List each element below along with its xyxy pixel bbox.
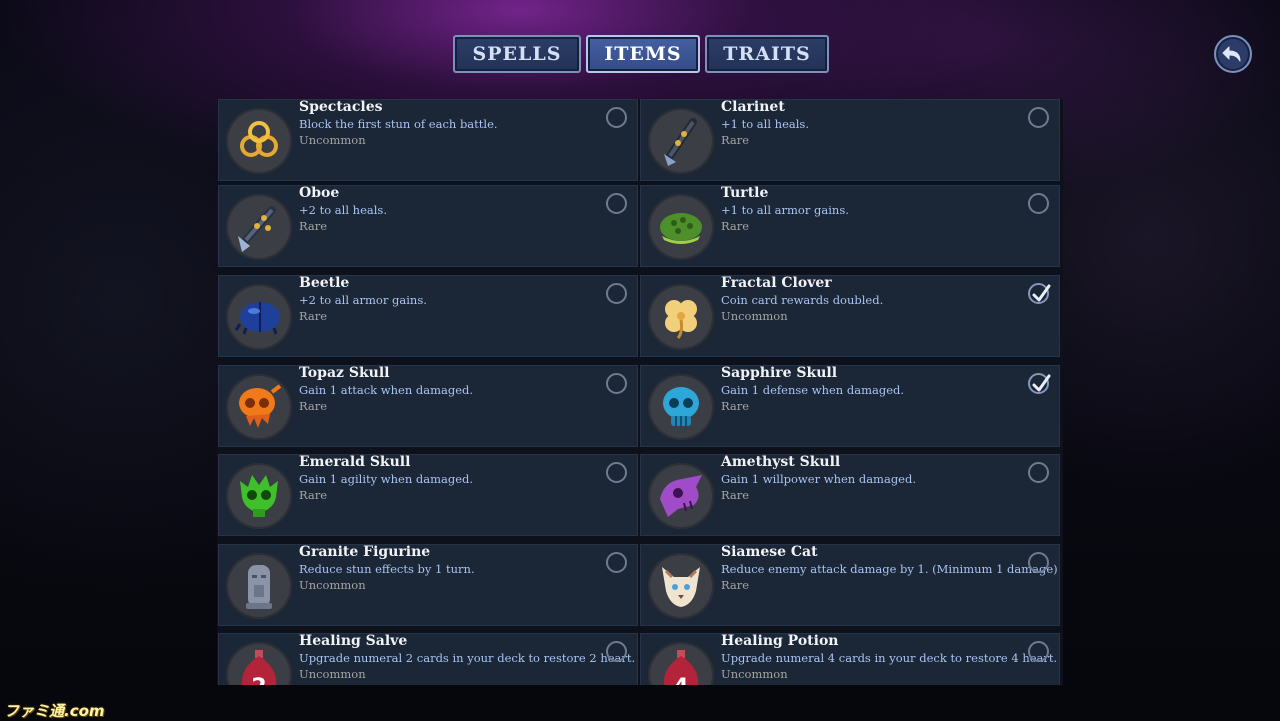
topaz-skull-icon <box>226 374 292 440</box>
item-card[interactable]: Topaz Skull Gain 1 attack when damaged. Ra… <box>218 365 638 447</box>
item-card[interactable]: Siamese Cat Reduce enemy attack damage by… <box>640 544 1060 626</box>
tab-bar: SPELLS ITEMS TRAITS <box>453 35 829 73</box>
tab-items[interactable]: ITEMS <box>586 35 700 73</box>
item-rarity: Uncommon <box>299 578 366 592</box>
item-select-checkbox[interactable] <box>606 462 627 483</box>
item-card[interactable]: 4 Healing Potion Upgrade numeral 4 cards i… <box>640 633 1060 685</box>
item-select-checkbox[interactable] <box>1028 373 1051 394</box>
item-name: Sapphire Skull <box>721 365 838 381</box>
item-name: Granite Figurine <box>299 544 431 560</box>
item-select-checkbox[interactable] <box>1028 641 1049 662</box>
item-description: +1 to all armor gains. <box>721 203 849 217</box>
item-rarity: Rare <box>299 488 328 502</box>
item-name: Healing Salve <box>299 633 408 649</box>
potion-flask-icon: 4 <box>648 642 714 685</box>
item-rarity: Rare <box>721 578 750 592</box>
item-rarity: Uncommon <box>721 309 788 323</box>
item-rarity: Rare <box>299 219 328 233</box>
item-description: +1 to all heals. <box>721 117 809 131</box>
item-card[interactable]: Amethyst Skull Gain 1 willpower when dama… <box>640 454 1060 536</box>
item-select-checkbox[interactable] <box>606 193 627 214</box>
item-select-checkbox[interactable] <box>1028 283 1051 304</box>
amethyst-skull-icon <box>648 463 714 529</box>
item-name: Amethyst Skull <box>721 454 841 470</box>
item-description: +2 to all heals. <box>299 203 387 217</box>
item-select-checkbox[interactable] <box>606 552 627 573</box>
item-select-checkbox[interactable] <box>606 107 627 128</box>
item-select-checkbox[interactable] <box>606 373 627 394</box>
tab-spells[interactable]: SPELLS <box>453 35 581 73</box>
item-select-checkbox[interactable] <box>1028 462 1049 483</box>
item-card[interactable]: 2 Healing Salve Upgrade numeral 2 cards in… <box>218 633 638 685</box>
item-name: Topaz Skull <box>299 365 390 381</box>
item-description: Gain 1 willpower when damaged. <box>721 472 917 486</box>
item-rarity: Uncommon <box>299 667 366 681</box>
item-rarity: Rare <box>721 399 750 413</box>
flask-number: 4 <box>673 675 688 685</box>
item-description: Block the first stun of each battle. <box>299 117 498 131</box>
item-card[interactable]: Fractal Clover Coin card rewards doubled.… <box>640 275 1060 357</box>
watermark: ファミ通.com <box>4 702 105 720</box>
item-description: Gain 1 agility when damaged. <box>299 472 474 486</box>
item-card[interactable]: Granite Figurine Reduce stun effects by 1… <box>218 544 638 626</box>
item-card[interactable]: Emerald Skull Gain 1 agility when damaged… <box>218 454 638 536</box>
item-name: Clarinet <box>721 99 785 115</box>
item-name: Fractal Clover <box>721 275 832 291</box>
item-description: Reduce enemy attack damage by 1. (Minimu… <box>721 562 1058 576</box>
item-select-checkbox[interactable] <box>1028 107 1049 128</box>
item-select-checkbox[interactable] <box>1028 552 1049 573</box>
spectacles-icon <box>226 108 292 174</box>
item-name: Spectacles <box>299 99 383 115</box>
item-description: Reduce stun effects by 1 turn. <box>299 562 475 576</box>
item-description: Upgrade numeral 4 cards in your deck to … <box>721 651 1058 665</box>
turtle-icon <box>648 194 714 260</box>
item-name: Siamese Cat <box>721 544 818 560</box>
item-name: Healing Potion <box>721 633 839 649</box>
oboe-icon <box>226 194 292 260</box>
item-select-checkbox[interactable] <box>1028 193 1049 214</box>
emerald-skull-icon <box>226 463 292 529</box>
checkmark-icon <box>1032 374 1051 392</box>
sapphire-skull-icon <box>648 374 714 440</box>
item-name: Beetle <box>299 275 350 291</box>
item-card[interactable]: Sapphire Skull Gain 1 defense when damage… <box>640 365 1060 447</box>
item-rarity: Rare <box>299 399 328 413</box>
item-name: Turtle <box>721 185 769 201</box>
item-description: Gain 1 defense when damaged. <box>721 383 905 397</box>
cat-icon <box>648 553 714 619</box>
item-description: Upgrade numeral 2 cards in your deck to … <box>299 651 636 665</box>
item-rarity: Rare <box>721 219 750 233</box>
beetle-icon <box>226 284 292 350</box>
item-rarity: Rare <box>299 309 328 323</box>
item-card[interactable]: Spectacles Block the first stun of each b… <box>218 99 638 181</box>
checkmark-icon <box>1032 284 1051 302</box>
item-rarity: Uncommon <box>721 667 788 681</box>
item-grid: Spectacles Block the first stun of each b… <box>217 99 1063 685</box>
item-card[interactable]: Beetle +2 to all armor gains. Rare <box>218 275 638 357</box>
clover-icon <box>648 284 714 350</box>
item-rarity: Rare <box>721 133 750 147</box>
item-rarity: Rare <box>721 488 750 502</box>
flask-number: 2 <box>251 675 266 685</box>
clarinet-icon <box>648 108 714 174</box>
item-card[interactable]: Turtle +1 to all armor gains. Rare <box>640 185 1060 267</box>
item-select-checkbox[interactable] <box>606 283 627 304</box>
item-card[interactable]: Oboe +2 to all heals. Rare <box>218 185 638 267</box>
granite-figurine-icon <box>226 553 292 619</box>
tab-traits[interactable]: TRAITS <box>705 35 829 73</box>
item-card[interactable]: Clarinet +1 to all heals. Rare <box>640 99 1060 181</box>
item-description: Gain 1 attack when damaged. <box>299 383 474 397</box>
item-description: Coin card rewards doubled. <box>721 293 884 307</box>
back-arrow-icon <box>1222 46 1241 62</box>
back-button[interactable] <box>1214 35 1252 73</box>
item-select-checkbox[interactable] <box>606 641 627 662</box>
item-description: +2 to all armor gains. <box>299 293 427 307</box>
item-name: Oboe <box>299 185 340 201</box>
item-name: Emerald Skull <box>299 454 411 470</box>
salve-flask-icon: 2 <box>226 642 292 685</box>
item-rarity: Uncommon <box>299 133 366 147</box>
